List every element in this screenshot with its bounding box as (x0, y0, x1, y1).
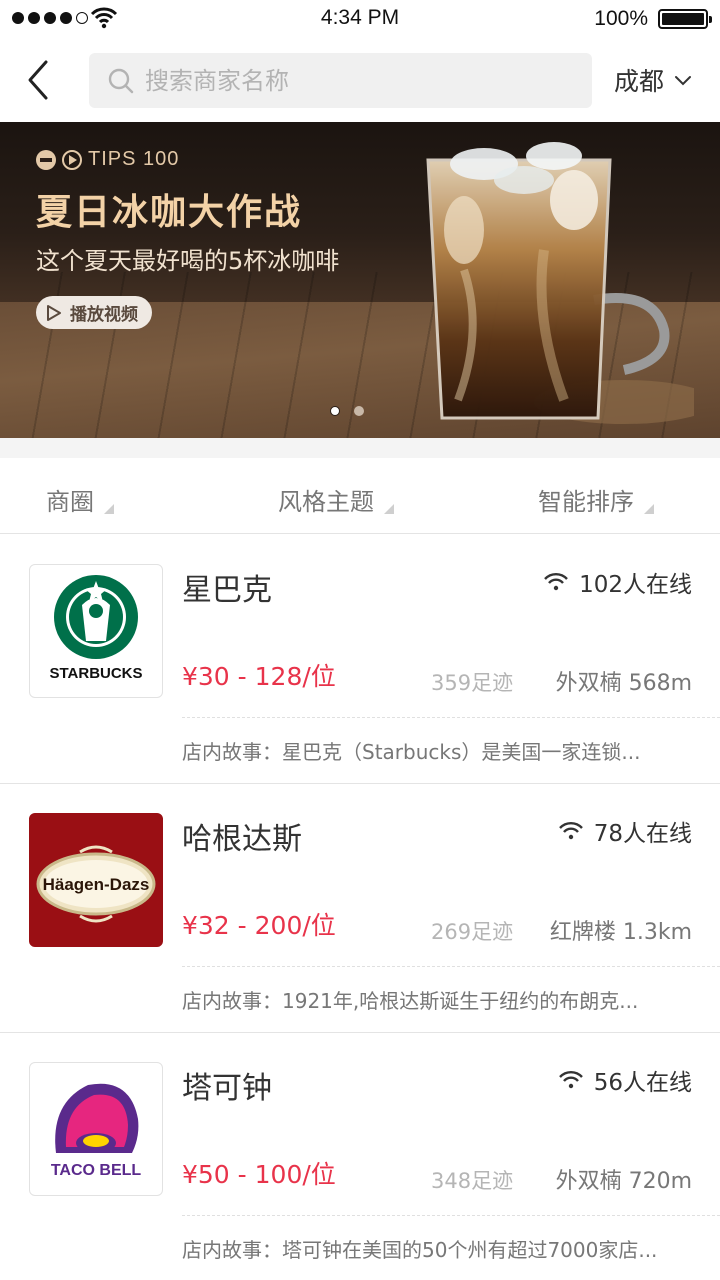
banner-subtitle: 这个夏天最好喝的5杯冰咖啡 (36, 247, 340, 275)
online-count: 56人在线 (558, 1063, 692, 1097)
filter-label: 商圈 (46, 488, 94, 516)
banner-tag: TIPS 100 (36, 148, 339, 171)
play-video-label: 播放视频 (70, 305, 138, 325)
svg-text:STARBUCKS: STARBUCKS (49, 665, 142, 682)
store-list-item[interactable]: TACO BELL 塔可钟 56人在线 ¥50 - 100/位 348足迹 外双… (0, 1033, 720, 1280)
store-name: 星巴克 (182, 573, 272, 608)
battery-icon (658, 9, 712, 29)
search-icon (108, 68, 134, 93)
taco-bell-logo: TACO BELL (29, 1062, 163, 1196)
city-label: 成都 (614, 67, 665, 96)
filter-label: 风格主题 (278, 488, 374, 516)
play-video-button[interactable]: 播放视频 (36, 296, 152, 329)
dropdown-triangle-icon (384, 504, 394, 514)
chevron-down-icon (675, 76, 692, 86)
city-selector[interactable]: 成都 (614, 62, 694, 98)
store-story: 店内故事：塔可钟在美国的50个州有超过7000家店... (182, 1238, 658, 1262)
dropdown-triangle-icon (644, 504, 654, 514)
store-footprints: 359足迹 (431, 671, 514, 695)
status-bar: 4:34 PM 100% (0, 0, 720, 38)
play-icon (62, 149, 82, 170)
promo-banner[interactable]: TIPS 100 夏日冰咖大作战 这个夏天最好喝的5杯冰咖啡 播放视频 (0, 122, 720, 438)
store-location: 外双楠 568m (555, 671, 692, 696)
wifi-icon (544, 573, 568, 591)
store-name: 哈根达斯 (182, 822, 302, 857)
store-name: 塔可钟 (182, 1071, 272, 1106)
iced-coffee-image (426, 142, 694, 424)
online-count: 102人在线 (543, 565, 692, 599)
minus-icon (36, 149, 56, 170)
filter-business-district[interactable]: 商圈 (46, 482, 114, 517)
back-button[interactable] (18, 56, 62, 104)
wifi-icon (558, 822, 583, 840)
store-price: ¥32 - 200/位 (182, 911, 336, 940)
carousel-dot-active[interactable] (330, 406, 340, 416)
store-story: 店内故事：星巴克（Starbucks）是美国一家连锁... (182, 740, 641, 764)
dropdown-triangle-icon (104, 504, 114, 514)
search-input[interactable] (145, 66, 565, 95)
battery-percent: 100% (594, 7, 648, 30)
haagen-dazs-logo: Häagen-Dazs (29, 813, 163, 947)
carousel-indicator (330, 406, 364, 416)
banner-title: 夏日冰咖大作战 (36, 192, 303, 233)
chevron-left-icon (28, 60, 48, 100)
search-bar[interactable] (89, 53, 592, 108)
store-location: 外双楠 720m (555, 1169, 692, 1194)
logo-wordmark: TACO BELL (51, 1162, 142, 1179)
filter-smart-sort[interactable]: 智能排序 (538, 482, 654, 517)
wifi-icon (558, 1071, 583, 1089)
filter-label: 智能排序 (538, 488, 634, 516)
filter-style-theme[interactable]: 风格主题 (278, 482, 394, 517)
starbucks-logo: STARBUCKS (29, 564, 163, 698)
play-icon (47, 304, 61, 321)
carousel-dot[interactable] (354, 406, 364, 416)
filter-bar: 商圈 风格主题 智能排序 (0, 458, 720, 534)
nav-bar: 成都 (0, 38, 720, 122)
store-footprints: 348足迹 (431, 1169, 514, 1193)
online-count: 78人在线 (558, 814, 692, 848)
store-story: 店内故事：1921年,哈根达斯诞生于纽约的布朗克... (182, 989, 639, 1013)
store-price: ¥30 - 128/位 (182, 662, 336, 691)
store-list-item[interactable]: STARBUCKS 星巴克 102人在线 ¥30 - 128/位 359足迹 外… (0, 535, 720, 784)
store-list-item[interactable]: Häagen-Dazs 哈根达斯 78人在线 ¥32 - 200/位 269足迹… (0, 784, 720, 1033)
logo-wordmark: Häagen-Dazs (43, 875, 150, 894)
store-footprints: 269足迹 (431, 920, 514, 944)
store-price: ¥50 - 100/位 (182, 1160, 336, 1189)
store-location: 红牌楼 1.3km (549, 920, 692, 945)
